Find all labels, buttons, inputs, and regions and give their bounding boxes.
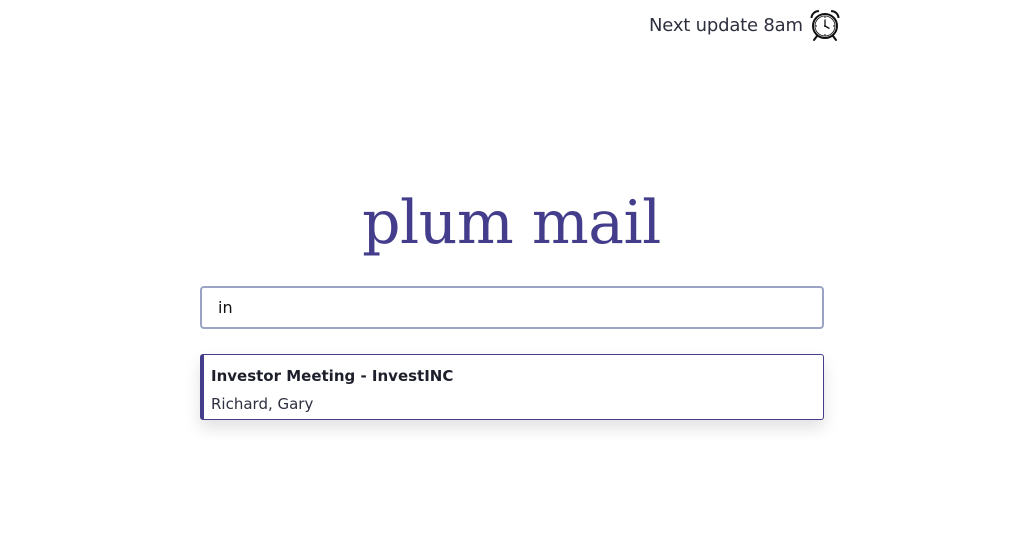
result-participants: Richard, Gary [211, 395, 314, 413]
next-update-text: Next update 8am [649, 14, 803, 36]
search-results: Investor Meeting - InvestINC Richard, Ga… [200, 354, 824, 420]
next-update-status: Next update 8am [649, 8, 842, 42]
app-logo: plum mail [362, 188, 661, 258]
search-input[interactable] [202, 288, 822, 327]
result-title: Investor Meeting - InvestINC [211, 367, 454, 385]
search-box[interactable] [200, 286, 824, 329]
result-item[interactable]: Investor Meeting - InvestINC Richard, Ga… [200, 354, 824, 420]
alarm-clock-icon [810, 10, 840, 41]
